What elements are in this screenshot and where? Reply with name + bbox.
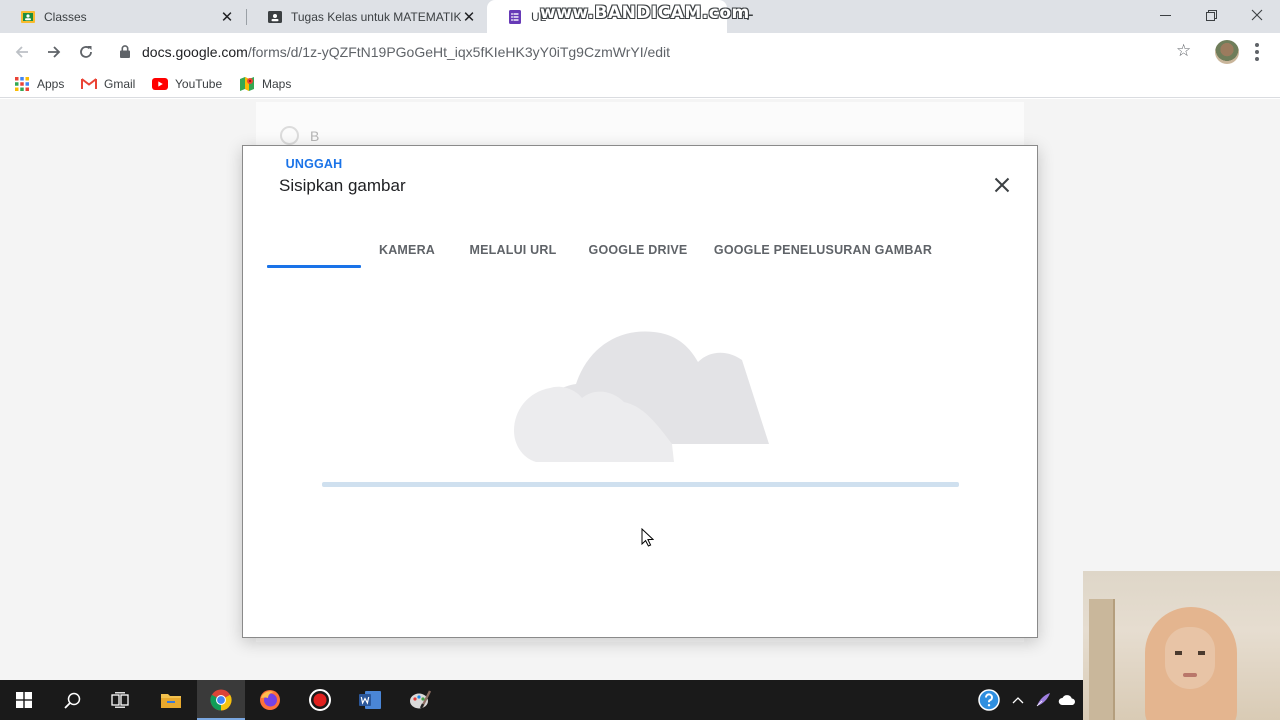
- task-view-icon: [111, 692, 129, 708]
- close-icon: [1251, 9, 1263, 21]
- classroom-assignment-icon: [267, 9, 283, 25]
- upload-progress-bar: [322, 482, 959, 487]
- chrome-icon: [210, 689, 232, 711]
- taskbar-file-explorer[interactable]: [147, 680, 195, 720]
- arrow-right-icon: [48, 46, 61, 58]
- windows-taskbar: [0, 680, 1083, 720]
- close-icon: [994, 177, 1010, 193]
- bandicam-record-icon: [309, 689, 331, 711]
- address-bar[interactable]: docs.google.com/forms/d/1z-yQZFtN19PGoGe…: [142, 44, 670, 60]
- webcam-overlay: [1083, 571, 1280, 720]
- bookmark-label: Maps: [262, 77, 292, 91]
- bookmark-label: Gmail: [104, 77, 136, 91]
- option-label: B: [310, 128, 320, 144]
- tab-google-drive[interactable]: GOOGLE DRIVE: [573, 232, 703, 268]
- firefox-icon: [260, 690, 280, 710]
- bookmark-gmail[interactable]: Gmail: [81, 76, 135, 92]
- reload-icon: [80, 46, 92, 58]
- taskbar-search-button[interactable]: [48, 680, 96, 720]
- pen-tray-button[interactable]: [1032, 680, 1054, 720]
- onedrive-tray-button[interactable]: [1056, 680, 1078, 720]
- bookmark-label: YouTube: [175, 77, 223, 91]
- reload-button[interactable]: [74, 40, 98, 64]
- radio-option[interactable]: [280, 126, 299, 145]
- windows-start-icon: [16, 692, 32, 708]
- onedrive-cloud-icon: [1058, 695, 1075, 705]
- browser-tab-tugas-kelas[interactable]: Tugas Kelas untuk MATEMATIKA ✕: [247, 0, 487, 33]
- taskbar-chrome[interactable]: [197, 680, 245, 720]
- presenter-eyes: [1175, 651, 1205, 655]
- bookmark-label: Apps: [37, 77, 65, 91]
- tab-title: Tugas Kelas untuk MATEMATIKA: [291, 9, 461, 24]
- restore-icon: [1205, 9, 1217, 21]
- browser-toolbar: docs.google.com/forms/d/1z-yQZFtN19PGoGe…: [0, 33, 1280, 71]
- help-icon: [978, 689, 1000, 711]
- lock-icon[interactable]: [120, 45, 130, 58]
- google-forms-icon: [507, 9, 523, 25]
- file-explorer-icon: [161, 694, 181, 708]
- google-classroom-icon: [20, 9, 36, 25]
- help-tray-button[interactable]: [976, 680, 1002, 720]
- browser-tab-classes[interactable]: Classes ✕: [0, 0, 245, 33]
- tab-title: Classes: [44, 9, 87, 24]
- gmail-icon: [81, 76, 97, 92]
- maps-icon: [239, 76, 255, 92]
- start-button[interactable]: [0, 680, 48, 720]
- back-button[interactable]: [10, 40, 34, 64]
- url-path: /forms/d/1z-yQZFtN19PGoGeHt_iqx5fKIeHK3y…: [247, 44, 671, 60]
- pen-icon: [1036, 693, 1050, 707]
- bookmark-star-icon[interactable]: ☆: [1176, 41, 1191, 61]
- tab-kamera[interactable]: KAMERA: [361, 232, 453, 268]
- mouse-cursor-icon: [641, 528, 654, 547]
- background-door: [1089, 599, 1115, 720]
- minimize-icon: [1159, 14, 1171, 16]
- cloud-upload-illustration: [514, 331, 769, 462]
- close-window-button[interactable]: [1234, 0, 1280, 30]
- url-host: docs.google.com: [142, 44, 248, 60]
- presenter-mouth: [1183, 673, 1197, 677]
- browser-menu-button[interactable]: [1252, 41, 1262, 63]
- minimize-button[interactable]: [1142, 0, 1188, 30]
- presenter-face: [1165, 627, 1215, 689]
- tab-melalui-url[interactable]: MELALUI URL: [453, 232, 573, 268]
- bandicam-watermark: www.BANDICAM.com: [540, 3, 750, 23]
- profile-avatar[interactable]: [1215, 40, 1239, 64]
- word-icon: [359, 691, 381, 709]
- restore-button[interactable]: [1188, 0, 1234, 30]
- tab-unggah[interactable]: UNGGAH: [267, 146, 361, 182]
- youtube-icon: [152, 76, 168, 92]
- insert-image-dialog: Sisipkan gambar UNGGAH KAMERA MELALUI UR…: [242, 145, 1038, 638]
- active-tab-indicator: [267, 265, 361, 268]
- taskbar-bandicam[interactable]: [296, 680, 344, 720]
- show-hidden-icons-button[interactable]: [1008, 680, 1028, 720]
- chevron-up-icon: [1012, 697, 1024, 704]
- taskbar-word[interactable]: [346, 680, 394, 720]
- taskbar-paint[interactable]: [396, 680, 444, 720]
- bookmark-maps[interactable]: Maps: [239, 76, 291, 92]
- close-tab-icon[interactable]: ✕: [219, 9, 235, 26]
- tab-google-penelusuran-gambar[interactable]: GOOGLE PENELUSURAN GAMBAR: [703, 232, 943, 268]
- bookmark-apps[interactable]: Apps: [14, 76, 64, 92]
- search-icon: [63, 692, 80, 709]
- task-view-button[interactable]: [96, 680, 144, 720]
- apps-grid-icon: [14, 76, 30, 92]
- taskbar-firefox[interactable]: [246, 680, 294, 720]
- dialog-close-button[interactable]: [991, 174, 1013, 196]
- bookmark-youtube[interactable]: YouTube: [152, 76, 222, 92]
- paint-icon: [410, 690, 431, 709]
- browser-tab-strip: Classes ✕ Tugas Kelas untuk MATEMATIKA ✕…: [0, 0, 1280, 33]
- bookmarks-bar: Apps Gmail YouTube Maps: [0, 71, 1280, 98]
- close-tab-icon[interactable]: ✕: [461, 9, 477, 26]
- forward-button[interactable]: [42, 40, 66, 64]
- arrow-left-icon: [15, 46, 28, 58]
